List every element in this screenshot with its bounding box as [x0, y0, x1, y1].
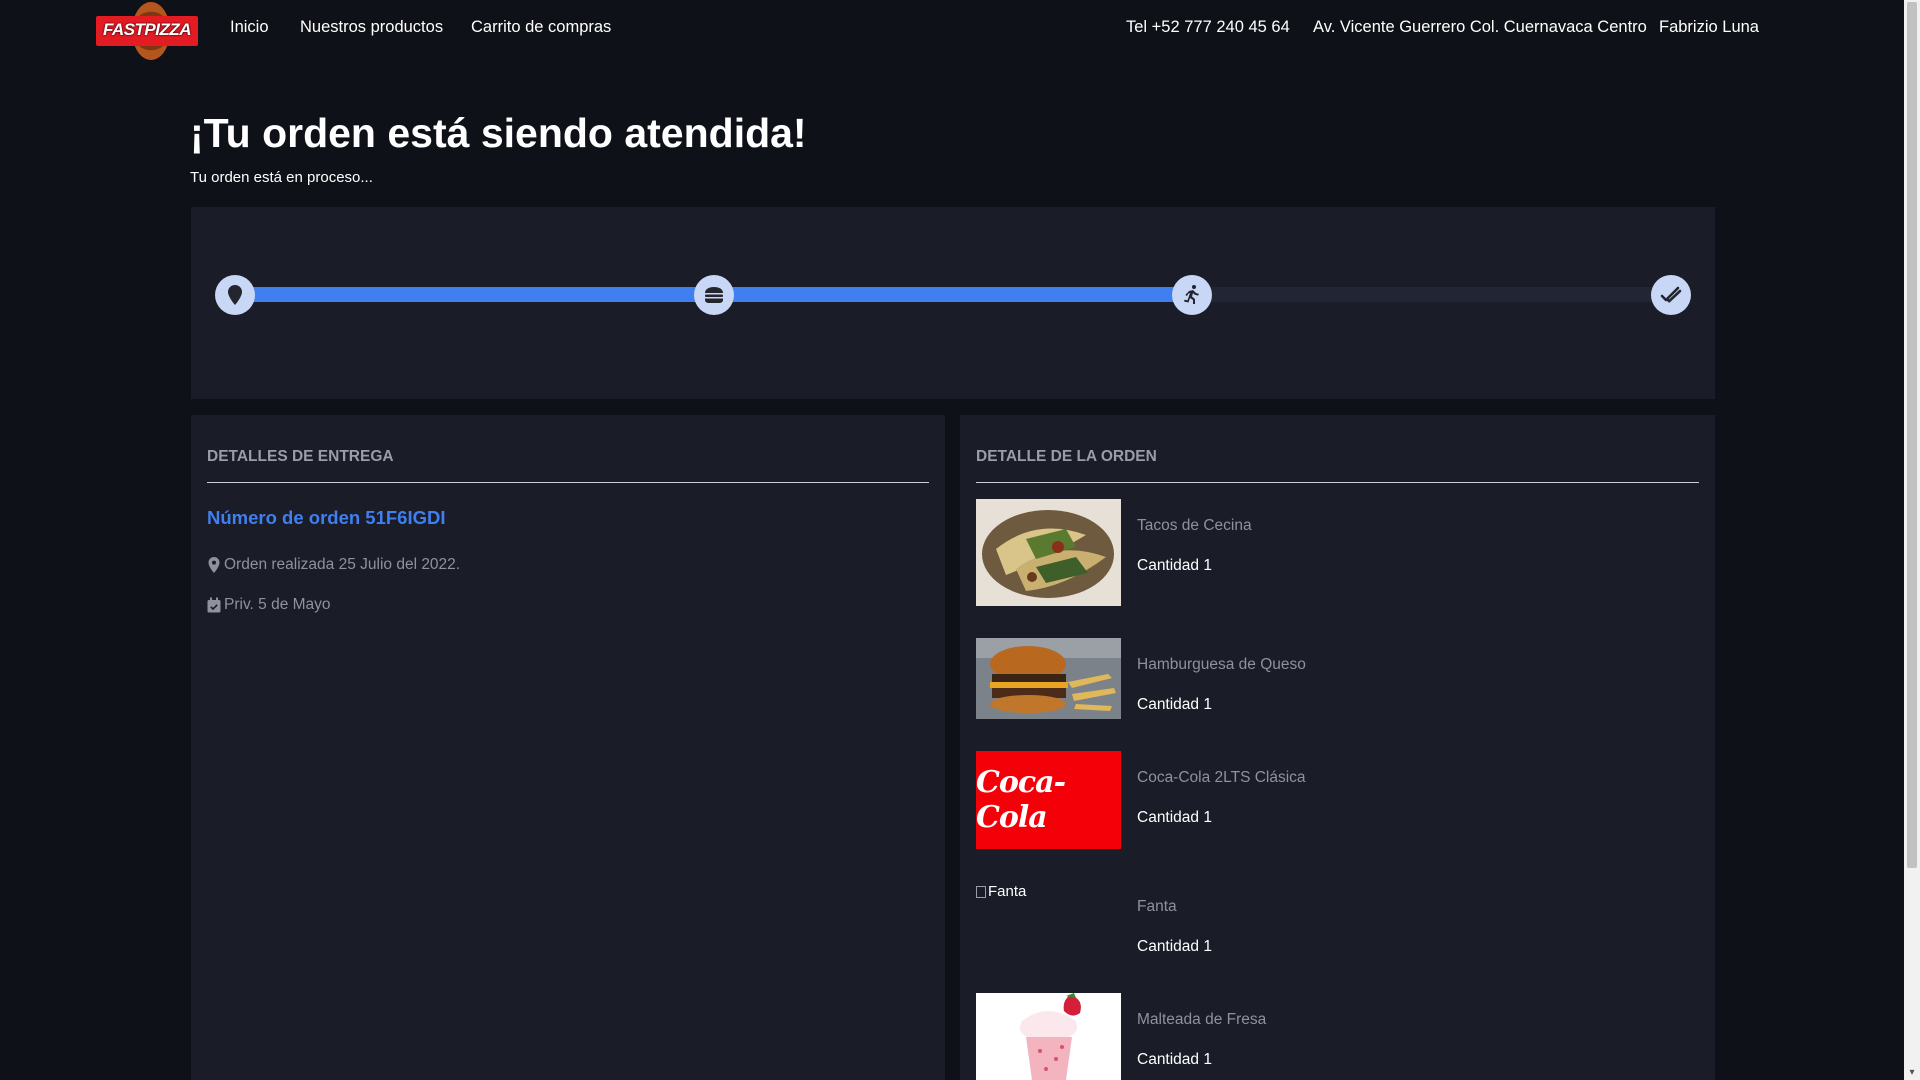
item-name: Hamburguesa de Queso: [1137, 656, 1306, 673]
nav-address[interactable]: Av. Vicente Guerrero Col. Cuernavaca Cen…: [1313, 18, 1647, 37]
map-marker-icon: [228, 285, 242, 305]
item-quantity: Cantidad 1: [1137, 557, 1212, 574]
page-subtitle: Tu orden está en proceso...: [190, 169, 373, 186]
scrollbar-thumb[interactable]: [1907, 2, 1917, 868]
order-progress-card: [191, 207, 1715, 399]
order-date-row: Orden realizada 25 Julio del 2022.: [207, 556, 460, 574]
nav-link-carrito[interactable]: Carrito de compras: [471, 18, 611, 37]
page-title: ¡Tu orden está siendo atendida!: [190, 110, 807, 156]
step-delivered: [1651, 275, 1691, 315]
nav-link-inicio[interactable]: Inicio: [230, 18, 269, 37]
hamburger-image: [976, 638, 1121, 719]
double-check-icon: [1660, 286, 1682, 303]
step-on-the-way: [1172, 275, 1212, 315]
step-placed: [215, 275, 255, 315]
item-name: Tacos de Cecina: [1137, 517, 1252, 534]
fanta-broken-image: Fanta: [976, 883, 1121, 900]
tacos-image: [976, 499, 1121, 606]
item-quantity: Cantidad 1: [1137, 1051, 1212, 1068]
order-detail-card: DETALLE DE LA ORDEN Tacos de Cecina Cant…: [960, 415, 1715, 1080]
item-quantity: Cantidad 1: [1137, 696, 1212, 713]
divider: [976, 482, 1699, 483]
item-name: Fanta: [1137, 898, 1177, 915]
item-quantity: Cantidad 1: [1137, 938, 1212, 955]
order-number: Número de orden 51F6IGDI: [207, 507, 446, 528]
delivery-address-row: Priv. 5 de Mayo: [207, 596, 331, 614]
coca-cola-logo-text: Coca-Cola: [976, 765, 1066, 835]
divider: [207, 482, 929, 483]
navbar: FASTPIZZA Inicio Nuestros productos Carr…: [0, 0, 1902, 60]
item-quantity: Cantidad 1: [1137, 809, 1212, 826]
hamburger-icon: [705, 287, 723, 303]
coca-cola-image: Coca-Cola: [976, 751, 1121, 849]
fastpizza-logo[interactable]: FASTPIZZA: [96, 2, 198, 60]
nav-user[interactable]: Fabrizio Luna: [1659, 18, 1759, 37]
scroll-down-icon[interactable]: ▾: [1906, 1068, 1918, 1078]
nav-link-productos[interactable]: Nuestros productos: [300, 18, 443, 37]
delivery-address: Priv. 5 de Mayo: [224, 596, 331, 613]
nav-phone[interactable]: Tel +52 777 240 45 64: [1126, 18, 1290, 37]
progress-track: [235, 287, 1671, 302]
broken-image-icon: [976, 885, 986, 898]
item-name: Malteada de Fresa: [1137, 1011, 1267, 1028]
order-date: Orden realizada 25 Julio del 2022.: [224, 556, 461, 573]
calendar-check-icon: [207, 597, 221, 613]
strawberry-shake-image: [976, 993, 1121, 1080]
order-detail-header: DETALLE DE LA ORDEN: [976, 448, 1157, 465]
item-name: Coca-Cola 2LTS Clásica: [1137, 769, 1306, 786]
map-marker-icon: [208, 557, 220, 573]
fanta-alt-text: Fanta: [988, 883, 1027, 900]
delivery-details-card: DETALLES DE ENTREGA Número de orden 51F6…: [191, 415, 945, 1080]
page-scrollbar[interactable]: ▾: [1904, 0, 1920, 1080]
step-preparing: [694, 275, 734, 315]
running-person-icon: [1184, 285, 1199, 304]
delivery-details-header: DETALLES DE ENTREGA: [207, 448, 394, 465]
logo-text: FASTPIZZA: [102, 20, 192, 39]
